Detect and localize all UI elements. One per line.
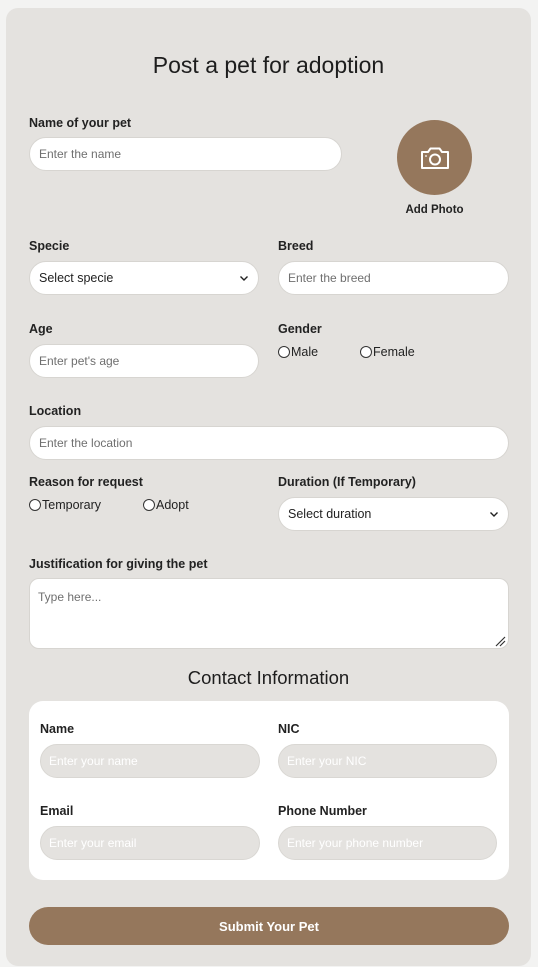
adoption-form-card: Post a pet for adoption Name of your pet…: [6, 8, 531, 966]
gender-male-radio[interactable]: Male: [278, 345, 318, 359]
pet-name-label: Name of your pet: [29, 116, 132, 130]
justification-label: Justification for giving the pet: [29, 557, 208, 571]
pet-name-input[interactable]: [29, 137, 342, 171]
gender-female-label: Female: [373, 345, 415, 359]
add-photo-label: Add Photo: [405, 204, 464, 216]
gender-male-label: Male: [291, 345, 319, 359]
gender-female-radio[interactable]: Female: [360, 345, 415, 359]
reason-adopt-radio[interactable]: Adopt: [143, 498, 189, 512]
justification-textarea[interactable]: [29, 578, 509, 649]
radio-circle[interactable]: [278, 346, 290, 358]
email-input[interactable]: [40, 826, 260, 860]
page-title: Post a pet for adoption: [152, 52, 385, 78]
duration-select[interactable]: Select duration: [278, 497, 509, 531]
duration-label: Duration (If Temporary): [278, 475, 416, 489]
nic-input[interactable]: [278, 744, 497, 778]
chevron-down-icon: [490, 512, 498, 517]
gender-label: Gender: [278, 322, 322, 336]
camera-icon: [420, 147, 449, 169]
nic-label: NIC: [278, 722, 300, 736]
location-label: Location: [29, 404, 82, 418]
phone-input[interactable]: [278, 826, 497, 860]
reason-adopt-label: Adopt: [156, 498, 189, 512]
radio-circle[interactable]: [143, 499, 155, 511]
reason-temporary-label: Temporary: [42, 498, 102, 512]
contact-name-input[interactable]: [40, 744, 260, 778]
contact-info-panel: Name NIC Email Phone Number: [29, 701, 509, 880]
specie-selected-value: Select specie: [39, 271, 114, 285]
location-input[interactable]: [29, 426, 509, 460]
chevron-down-icon: [240, 276, 248, 281]
age-input[interactable]: [29, 344, 259, 378]
breed-label: Breed: [278, 239, 314, 253]
reason-temporary-radio[interactable]: Temporary: [29, 498, 101, 512]
contact-name-label: Name: [40, 722, 75, 736]
radio-circle[interactable]: [360, 346, 372, 358]
specie-select[interactable]: Select specie: [29, 261, 259, 295]
specie-label: Specie: [29, 239, 70, 253]
reason-label: Reason for request: [29, 475, 143, 489]
resize-grip-icon[interactable]: [495, 636, 506, 647]
contact-section-title: Contact Information: [187, 667, 350, 688]
add-photo-button[interactable]: [397, 120, 472, 195]
breed-input[interactable]: [278, 261, 509, 295]
duration-selected-value: Select duration: [288, 507, 372, 521]
radio-circle[interactable]: [29, 499, 41, 511]
age-label: Age: [29, 322, 53, 336]
phone-label: Phone Number: [278, 804, 367, 818]
email-label: Email: [40, 804, 74, 818]
submit-pet-button[interactable]: Submit Your Pet: [29, 907, 509, 945]
